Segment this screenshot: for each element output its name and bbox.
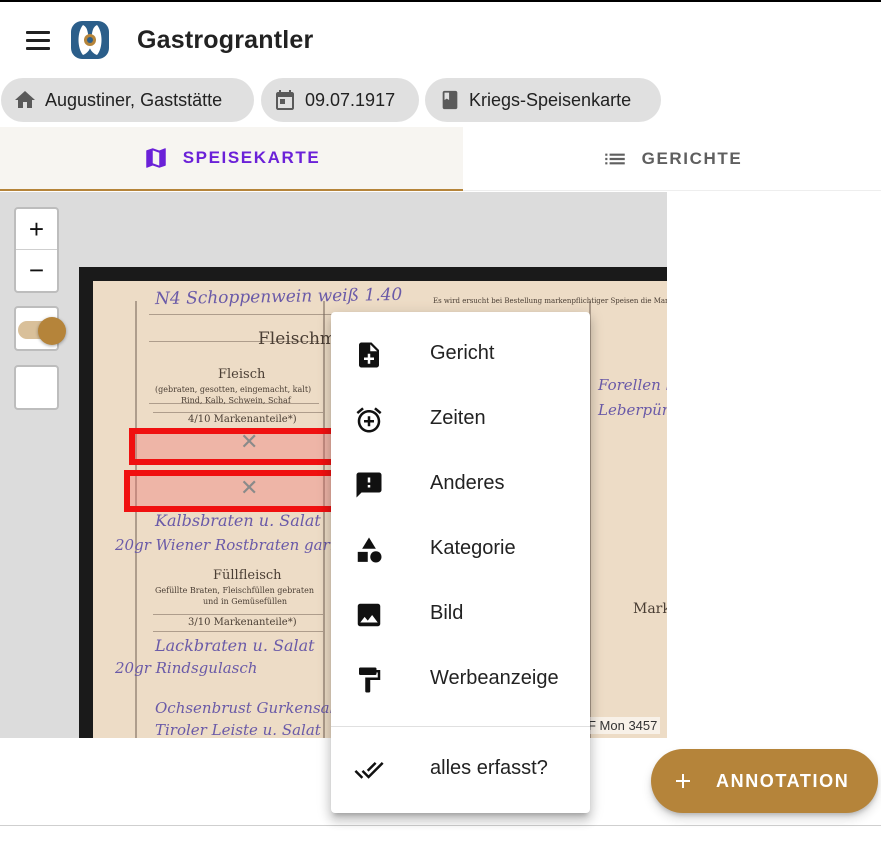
printed-fuellfleisch-sub2: und in Gemüsefüllen <box>203 597 288 606</box>
bottom-divider <box>0 825 881 826</box>
home-icon <box>15 91 35 108</box>
handwriting-wine: N4 Schoppenwein weiß 1.40 <box>154 284 403 310</box>
note-add-icon <box>359 342 379 368</box>
printed-fuellfleisch: Füllfleisch <box>213 568 282 583</box>
handwriting-rostbraten: 20gr Wiener Rostbraten garniert <box>115 536 367 554</box>
annotation-context-menu: Gericht Zeiten Anderes Kategorie Bild We… <box>331 312 590 813</box>
handwriting-lackbraten: Lackbraten u. Salat <box>155 636 315 655</box>
image-attribution: F Mon 3457 <box>585 717 661 734</box>
menu-item-werbeanzeige[interactable]: Werbeanzeige <box>331 647 590 712</box>
zoom-out-button[interactable]: − <box>16 250 57 291</box>
menu-item-gericht-label: Gericht <box>430 342 495 364</box>
add-annotation-label: ANNOTATION <box>716 771 850 791</box>
double-check-icon <box>354 761 384 779</box>
calendar-icon <box>276 90 294 110</box>
handwriting-forellen: Forellen blau <box>598 376 667 394</box>
annotation-box-1[interactable] <box>129 428 337 465</box>
map-control-button[interactable] <box>14 365 59 410</box>
breadcrumb-chips: Augustiner, Gaststätte 09.07.1917 Kriegs… <box>0 78 881 122</box>
chip-restaurant-label: Augustiner, Gaststätte <box>45 89 223 110</box>
menu-item-gericht[interactable]: Gericht <box>331 322 590 387</box>
menu-item-anderes[interactable]: Anderes <box>331 452 590 517</box>
plus-icon <box>676 774 690 788</box>
chip-restaurant[interactable]: Augustiner, Gaststätte <box>1 78 254 122</box>
menu-item-bild[interactable]: Bild <box>331 582 590 647</box>
map-icon <box>145 148 166 168</box>
menu-item-anderes-label: Anderes <box>430 472 505 494</box>
tab-speisekarte-label: SPEISEKARTE <box>182 148 321 167</box>
menu-item-zeiten-label: Zeiten <box>430 407 486 429</box>
printed-marke: Marke <box>633 601 667 617</box>
printed-instruction: Es wird ersucht bei Bestellung markenpfl… <box>433 297 667 305</box>
menu-item-kategorie-label: Kategorie <box>430 537 516 559</box>
handwriting-ochsenbrust: Ochsenbrust Gurkensalat <box>155 699 350 717</box>
menu-item-alles-erfasst[interactable]: alles erfasst? <box>331 737 590 802</box>
chip-menu-type[interactable]: Kriegs-Speisenkarte <box>425 78 661 122</box>
annotation-box-2[interactable] <box>124 470 337 512</box>
book-icon <box>442 90 458 110</box>
list-icon <box>604 153 625 164</box>
annotation-1-center-icon: ✕ <box>240 429 259 454</box>
menu-item-bild-label: Bild <box>430 602 464 624</box>
tab-speisekarte[interactable]: SPEISEKARTE <box>0 127 463 191</box>
tab-gerichte-label: GERICHTE <box>641 148 743 168</box>
category-icon <box>357 537 382 563</box>
printed-fuellfleisch-sub: Gefüllte Braten, Fleischfüllen gebraten <box>155 586 314 595</box>
zoom-in-button[interactable]: + <box>16 209 57 250</box>
menu-item-kategorie[interactable]: Kategorie <box>331 517 590 582</box>
chip-menu-type-label: Kriegs-Speisenkarte <box>469 89 632 110</box>
annotation-2-center-icon: ✕ <box>240 475 259 500</box>
printed-markenanteile-1: 4/10 Markenanteile*) <box>188 414 297 425</box>
app-bar: Gastrograntler <box>0 2 881 76</box>
feedback-icon <box>356 472 382 498</box>
menu-item-zeiten[interactable]: Zeiten <box>331 387 590 452</box>
printed-meat-types: Rind, Kalb, Schwein, Schaf <box>181 396 291 405</box>
printed-fleisch: Fleisch <box>218 367 266 382</box>
tab-gerichte[interactable]: GERICHTE <box>463 127 881 191</box>
chip-date-label: 09.07.1917 <box>305 89 396 110</box>
handwriting-kalbsbraten: Kalbsbraten u. Salat <box>155 511 321 530</box>
handwriting-tiroler: Tiroler Leiste u. Salat <box>155 721 321 738</box>
image-icon <box>357 603 381 627</box>
add-annotation-button[interactable]: ANNOTATION <box>651 749 878 813</box>
handwriting-gulasch: 20gr Rindsgulasch <box>115 659 258 677</box>
menu-item-werbeanzeige-label: Werbeanzeige <box>430 667 559 689</box>
printed-fleisch-sub: (gebraten, gesotten, eingemacht, kalt) <box>155 385 312 394</box>
printed-markenanteile-2: 3/10 Markenanteile*) <box>188 617 297 628</box>
menu-item-alles-erfasst-label: alles erfasst? <box>430 757 548 779</box>
app-title: Gastrograntler <box>137 26 314 54</box>
toggle-knob[interactable] <box>38 317 66 345</box>
layer-toggle-control[interactable] <box>14 306 66 351</box>
app-logo <box>71 21 109 59</box>
handwriting-leberpuree: Leberpüree <box>598 401 667 419</box>
paint-roller-icon <box>359 667 381 693</box>
menu-divider <box>331 726 590 727</box>
hamburger-menu-icon[interactable] <box>20 22 56 58</box>
tab-bar: SPEISEKARTE GERICHTE <box>0 127 881 191</box>
alarm-add-icon <box>356 407 382 433</box>
zoom-control: + − <box>14 207 59 293</box>
chip-date[interactable]: 09.07.1917 <box>261 78 419 122</box>
